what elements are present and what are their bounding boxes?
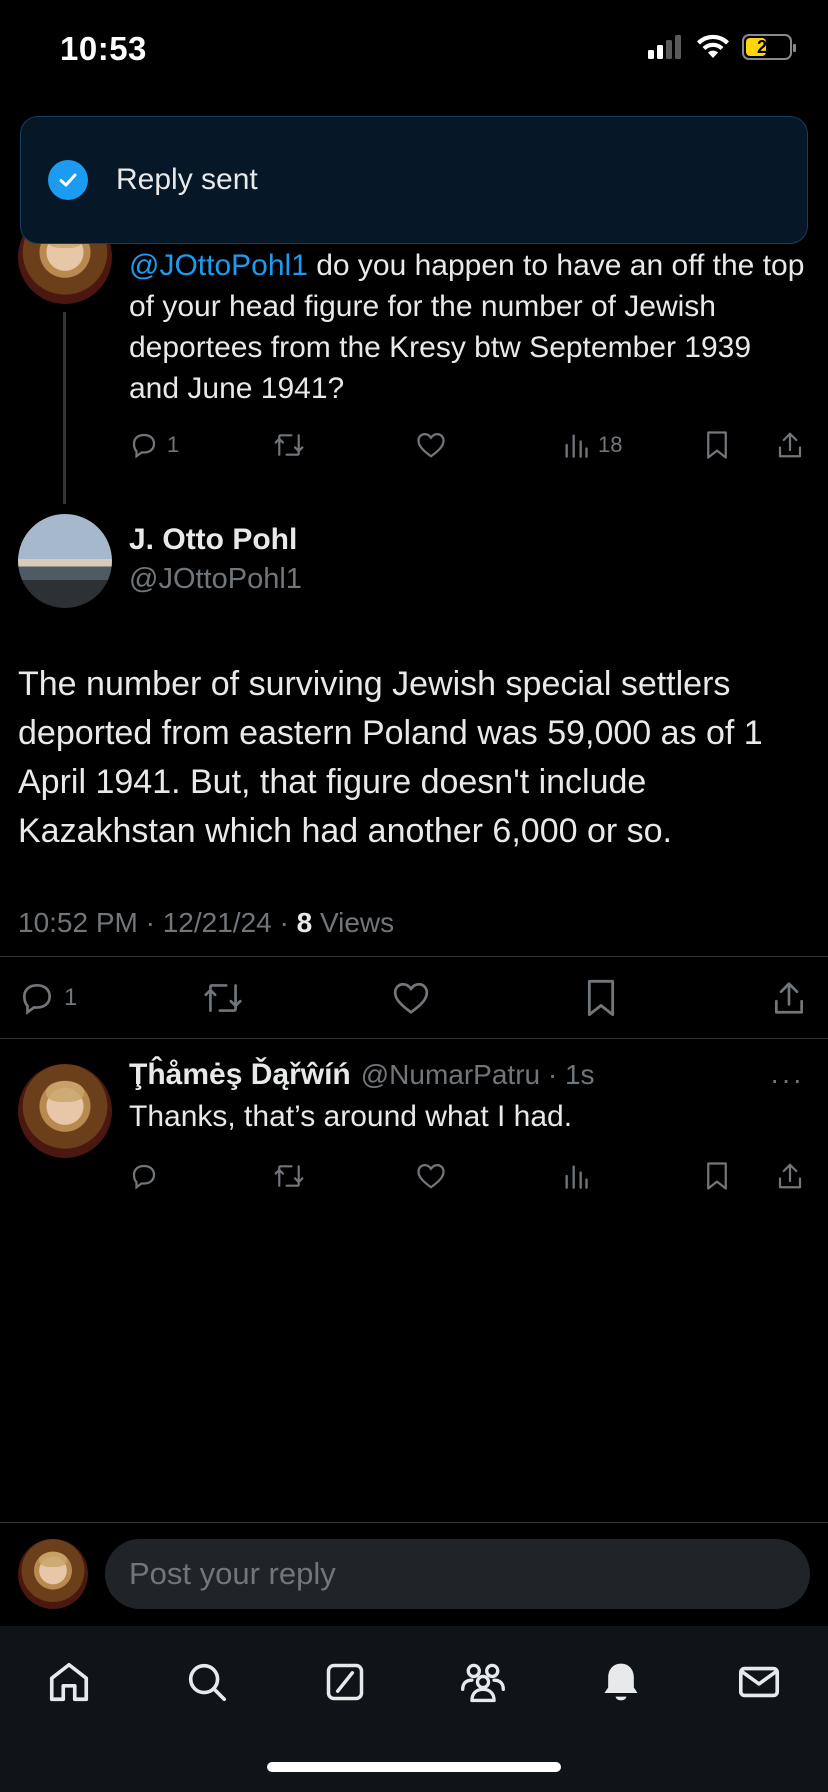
reply-icon bbox=[132, 433, 156, 459]
battery-icon: 24 bbox=[742, 34, 796, 60]
main-tweet-actions: 1 bbox=[18, 974, 810, 1022]
like-button[interactable] bbox=[392, 974, 430, 1022]
like-button[interactable] bbox=[416, 1154, 446, 1198]
mention-link[interactable]: @JOttoPohl1 bbox=[129, 249, 308, 282]
repost-icon bbox=[204, 984, 242, 1012]
search-icon bbox=[188, 1663, 227, 1702]
bookmark-button[interactable] bbox=[704, 1154, 730, 1198]
reply-input[interactable]: Post your reply bbox=[105, 1539, 810, 1609]
status-icons: 24 bbox=[648, 34, 796, 60]
reply-header: Ţĥåmėş Ďąřŵíń @NumarPatru · 1s bbox=[129, 1058, 595, 1092]
reply-count: 1 bbox=[64, 984, 78, 1011]
reply-author-handle[interactable]: @NumarPatru · 1s bbox=[361, 1059, 595, 1091]
reply-sent-toast[interactable]: Reply sent bbox=[20, 116, 808, 244]
views-icon bbox=[565, 434, 588, 458]
reply-icon bbox=[132, 1164, 156, 1190]
reply-icon bbox=[22, 983, 52, 1015]
bookmark-button[interactable] bbox=[584, 974, 618, 1022]
reply-actions bbox=[129, 1154, 809, 1198]
author-name[interactable]: J. Otto Pohl bbox=[129, 523, 297, 557]
share-icon bbox=[778, 432, 802, 458]
bookmark-icon bbox=[707, 1162, 727, 1190]
views-count: 8 bbox=[296, 907, 313, 938]
repost-button[interactable] bbox=[201, 974, 245, 1022]
repost-button[interactable] bbox=[272, 423, 306, 467]
tweet-metadata: 10:52 PM · 12/21/24 · 8 Views bbox=[18, 907, 394, 939]
reply-button[interactable] bbox=[129, 1154, 159, 1198]
status-bar: 10:53 24 bbox=[0, 0, 828, 100]
check-circle-icon bbox=[48, 160, 88, 200]
reply-button[interactable]: 1 bbox=[18, 974, 77, 1022]
wifi-icon bbox=[697, 34, 729, 58]
reply-author-name[interactable]: Ţĥåmėş Ďąřŵíń bbox=[129, 1058, 351, 1092]
tab-notifications[interactable] bbox=[591, 1652, 651, 1712]
grok-icon bbox=[326, 1663, 364, 1701]
share-button[interactable] bbox=[770, 974, 808, 1022]
home-icon bbox=[49, 1662, 89, 1702]
composer-avatar bbox=[18, 1539, 88, 1609]
views-button[interactable]: 18 bbox=[562, 423, 622, 467]
reply-count: 1 bbox=[167, 432, 180, 457]
tab-grok[interactable] bbox=[315, 1652, 375, 1712]
home-indicator[interactable] bbox=[267, 1762, 561, 1772]
repost-icon bbox=[274, 1165, 304, 1187]
bookmark-button[interactable] bbox=[704, 423, 730, 467]
bookmark-icon bbox=[707, 431, 727, 459]
tab-messages[interactable] bbox=[729, 1652, 789, 1712]
views-icon bbox=[565, 1165, 588, 1189]
heart-icon bbox=[417, 432, 445, 458]
share-button[interactable] bbox=[775, 1154, 805, 1198]
views-label: Views bbox=[312, 907, 395, 938]
tab-search[interactable] bbox=[177, 1652, 237, 1712]
communities-icon bbox=[461, 1663, 505, 1703]
divider bbox=[0, 956, 828, 957]
like-button[interactable] bbox=[416, 423, 446, 467]
reply-avatar[interactable] bbox=[18, 1064, 112, 1158]
toast-message: Reply sent bbox=[116, 163, 258, 196]
cellular-signal-icon bbox=[648, 35, 681, 59]
heart-icon bbox=[417, 1163, 445, 1189]
author-handle[interactable]: @JOttoPohl1 bbox=[129, 563, 302, 596]
parent-tweet-actions: 1 18 bbox=[129, 423, 809, 467]
tab-home[interactable] bbox=[39, 1652, 99, 1712]
reply-text: Thanks, that’s around what I had. bbox=[129, 1100, 573, 1133]
views-button[interactable] bbox=[562, 1154, 590, 1198]
reply-button[interactable]: 1 bbox=[129, 423, 179, 467]
share-icon bbox=[778, 1163, 802, 1189]
share-button[interactable] bbox=[775, 423, 805, 467]
divider bbox=[0, 1038, 828, 1039]
repost-button[interactable] bbox=[272, 1154, 306, 1198]
bell-icon bbox=[604, 1663, 638, 1701]
heart-icon bbox=[393, 982, 429, 1014]
bookmark-icon bbox=[587, 979, 615, 1017]
status-time: 10:53 bbox=[60, 30, 147, 67]
battery-level: 24 bbox=[756, 36, 778, 57]
thread-line bbox=[63, 312, 66, 504]
mail-icon bbox=[738, 1666, 780, 1698]
tab-communities[interactable] bbox=[453, 1652, 513, 1712]
author-avatar[interactable] bbox=[18, 514, 112, 608]
repost-icon bbox=[274, 434, 304, 456]
tweet-timestamp[interactable]: 10:52 PM · 12/21/24 · bbox=[18, 907, 297, 938]
reply-composer: Post your reply bbox=[0, 1522, 828, 1626]
main-tweet-text: The number of surviving Jewish special s… bbox=[18, 665, 763, 850]
view-count: 18 bbox=[598, 432, 623, 457]
parent-tweet-text: @JOttoPohl1 do you happen to have an off… bbox=[129, 245, 809, 409]
more-options-icon[interactable]: ··· bbox=[770, 1064, 804, 1096]
share-icon bbox=[774, 982, 804, 1014]
